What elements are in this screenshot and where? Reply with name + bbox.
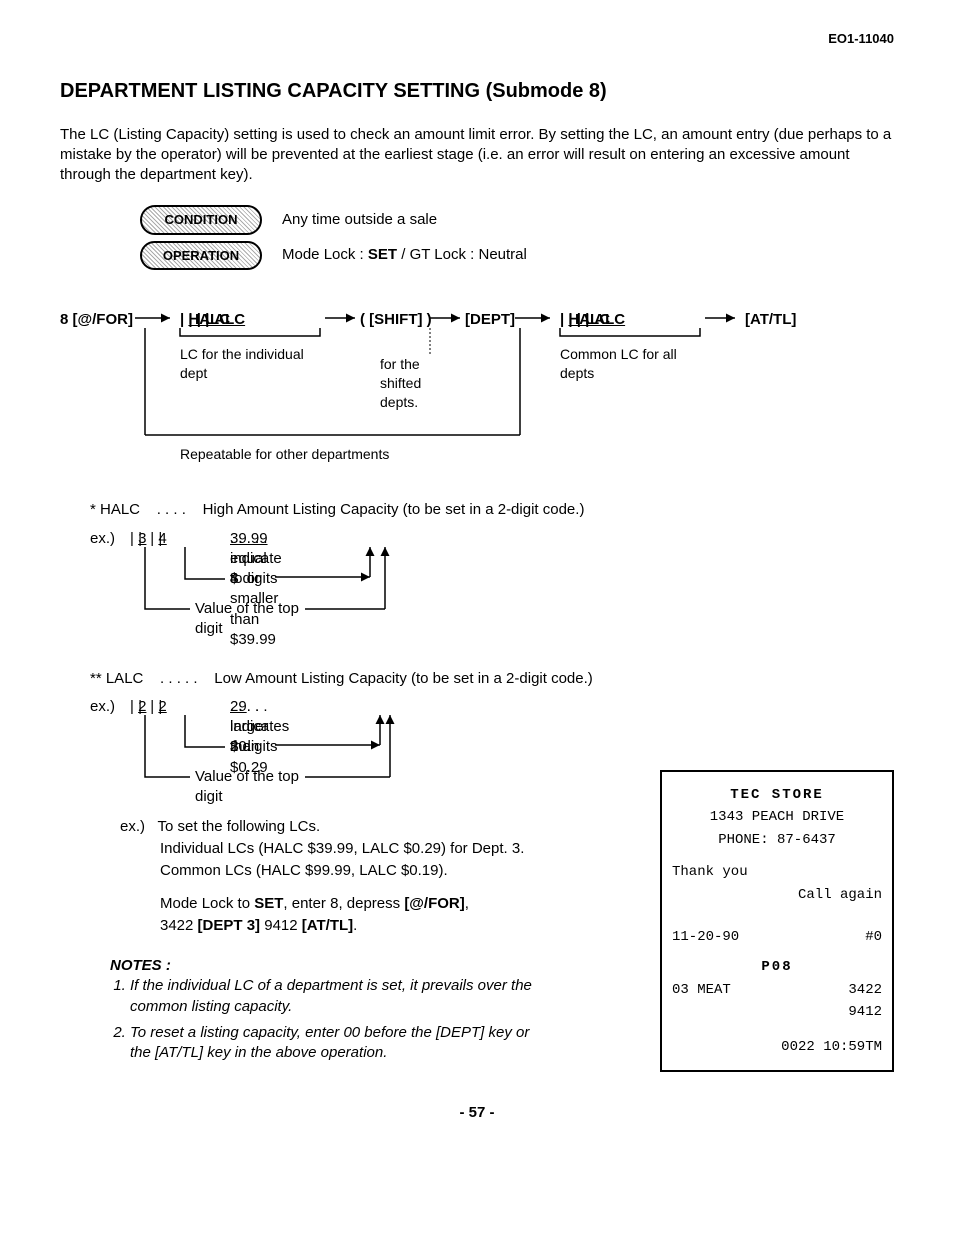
halc-def: * HALC . . . . High Amount Listing Capac… (90, 500, 894, 520)
operation-text: Mode Lock : SET / GT Lock : Neutral (282, 245, 527, 265)
note-2: To reset a listing capacity, enter 00 be… (130, 1023, 540, 1064)
flow-repeat: Repeatable for other departments (180, 445, 389, 464)
condition-lozenge: CONDITION (140, 205, 262, 235)
page-title: DEPARTMENT LISTING CAPACITY SETTING (Sub… (60, 78, 894, 105)
receipt-sample: TEC STORE 1343 PEACH DRIVE PHONE: 87-643… (660, 770, 894, 1072)
flow-diagram: 8 [@/FOR] | HALC | | LALC | ( [SHIFT] ) … (60, 300, 894, 490)
page-number: - 57 - (60, 1103, 894, 1123)
operation-lozenge: OPERATION (140, 241, 262, 271)
flow-note-2: for the shifted depts. (380, 355, 460, 412)
setting-example: ex.) To set the following LCs. Individua… (120, 817, 550, 936)
flow-note-1: LC for the individual dept (180, 345, 330, 383)
lalc-def: ** LALC . . . . . Low Amount Listing Cap… (90, 669, 894, 689)
halc-example: ex.) | 3 | | 4 | . . . . indicate $39.99… (90, 529, 894, 639)
doc-id: EO1-11040 (60, 30, 894, 48)
note-1: If the individual LC of a department is … (130, 976, 540, 1017)
intro-paragraph: The LC (Listing Capacity) setting is use… (60, 125, 894, 186)
flow-start: 8 [@/FOR] (60, 310, 133, 330)
notes-section: NOTES : If the individual LC of a depart… (110, 956, 540, 1063)
condition-text: Any time outside a sale (282, 210, 437, 230)
flow-note-3: Common LC for all depts (560, 345, 700, 383)
